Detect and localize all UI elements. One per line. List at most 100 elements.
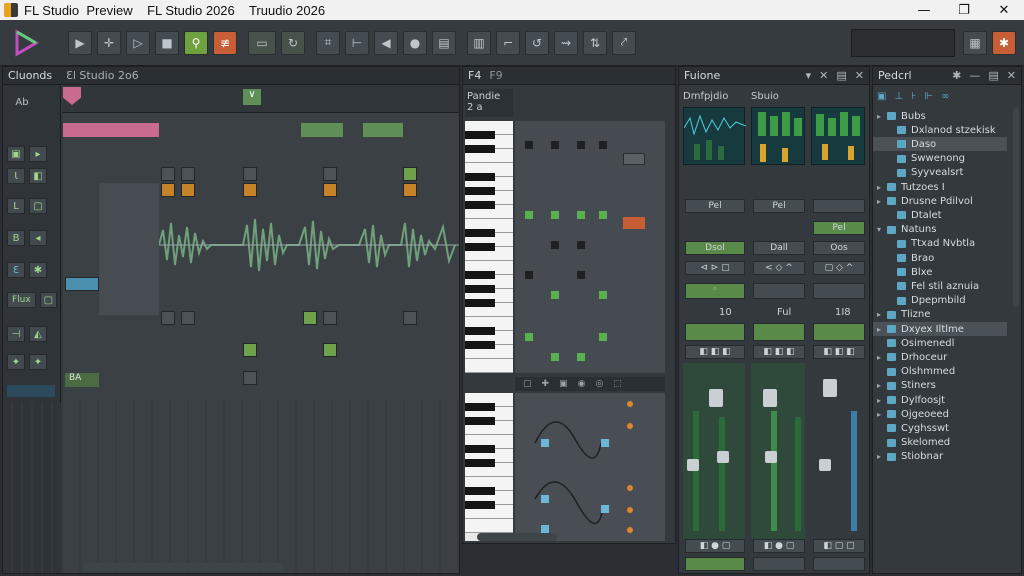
automation-point[interactable] [601,505,609,513]
insert-slot-2[interactable] [753,283,805,299]
note[interactable] [577,241,585,249]
fader-handle[interactable] [765,451,777,463]
browser-item[interactable]: ▸ Tutzoes I [873,180,1007,194]
automation-dot[interactable] [627,527,633,533]
bottom-channel-label[interactable]: BA [65,373,99,387]
fader-knob-1[interactable] [709,389,723,407]
step[interactable] [243,343,257,357]
mixer-close-icon[interactable]: ✕ [855,69,864,82]
search-icon[interactable]: ⚲ [184,30,208,55]
fl-logo-icon[interactable] [8,25,44,61]
automation-lane[interactable] [515,393,665,541]
close-button[interactable]: ✕ [984,3,1024,18]
send-button-3[interactable]: Oos [813,241,865,255]
automation-point[interactable] [601,439,609,447]
fader-knob-2[interactable] [763,389,777,407]
expand-arrow-icon[interactable]: ▸ [877,197,887,206]
link-icon[interactable]: ∞ [941,91,949,102]
tool-icon[interactable]: ✚ [542,379,550,389]
expand-arrow-icon[interactable]: ▸ [877,410,887,419]
note[interactable] [551,241,559,249]
send-button-1[interactable]: Dsol [685,241,745,255]
expand-arrow-icon[interactable]: ▾ [877,225,887,234]
browser-item[interactable]: Daso [873,137,1007,152]
channel-row-4[interactable]: B ◂ [7,229,57,247]
fx-slot-3[interactable] [813,323,865,341]
note[interactable] [551,353,559,361]
channel-selector[interactable] [7,385,55,397]
route-controls-1[interactable]: ⊲ ⊳ ▢ [685,261,745,275]
horizontal-scrollbar[interactable] [83,563,283,571]
tool-icon[interactable]: ◉ [578,379,586,389]
browser-item[interactable]: ▸ Drhoceur [873,350,1007,364]
automation-point[interactable] [541,439,549,447]
fx-slot-2[interactable] [753,323,805,341]
knobs-1[interactable]: ◧ ◧ ◧ [685,345,745,359]
browser-minimize-icon[interactable]: — [969,69,980,82]
route-button-3[interactable] [813,557,865,571]
expand-arrow-icon[interactable]: ▸ [877,112,887,121]
browser-item[interactable]: ▸ Tlizne [873,308,1007,322]
browser-lock-icon[interactable]: ▤ [988,69,998,82]
step[interactable] [161,167,175,181]
pattern-block-green[interactable] [301,123,343,137]
note[interactable] [525,141,533,149]
star-icon[interactable]: ⊩ [924,91,933,102]
step[interactable] [181,167,195,181]
note[interactable] [525,271,533,279]
fader-knob-3[interactable] [823,379,837,397]
loop-icon[interactable]: ▭ [248,30,276,55]
step[interactable] [323,311,337,325]
expand-arrow-icon[interactable]: ▸ [877,325,887,334]
timeline-ruler[interactable] [63,85,459,113]
knobs-3[interactable]: ◧ ◧ ◧ [813,345,865,359]
note-edit-handle-icon[interactable] [623,153,645,165]
browser-item[interactable]: ▸ Stiobnar [873,450,1007,464]
automation-point[interactable] [541,495,549,503]
insert-slot-3[interactable] [813,283,865,299]
note[interactable] [577,271,585,279]
browser-item[interactable]: ▾ Natuns [873,223,1007,237]
note[interactable] [577,211,585,219]
browser-item[interactable]: ▸ Stiners [873,379,1007,393]
note[interactable] [599,141,607,149]
browser-item[interactable]: Skelomed [873,436,1007,450]
step[interactable] [243,167,257,181]
tool-icon[interactable]: ▢ [523,379,532,389]
browser-item[interactable]: Dpepmbild [873,294,1007,308]
browser-item[interactable]: Dxlanod stzekisk [873,123,1007,137]
mute-solo-1[interactable]: ◧ ● ▢ [685,539,745,553]
snap-icon[interactable]: ⌗ [316,30,340,55]
fader-handle[interactable] [687,459,699,471]
slice-icon[interactable]: ⊢ [345,30,369,55]
route-controls-3[interactable]: ▢ ◇ ^ [813,261,865,275]
expand-arrow-icon[interactable]: ▸ [877,396,887,405]
browser-close-icon[interactable]: ✕ [1007,69,1016,82]
audio-waveform[interactable] [159,205,459,285]
note[interactable] [525,333,533,341]
folder-icon[interactable]: ▣ [877,91,886,102]
tool-icon[interactable]: ▣ [559,379,568,389]
piano-keyboard-lower[interactable] [465,393,513,541]
piano-roll-tab-b[interactable]: F9 [489,69,502,82]
fader-handle[interactable] [819,459,831,471]
piano-roll-scrollbar[interactable] [477,533,557,541]
browser-item[interactable]: ▸ Bubs [873,109,1007,123]
channel-row-5[interactable]: Ɛ ✱ [7,261,57,279]
tool-icon[interactable]: ◎ [595,379,603,389]
piano-roll-tab-a[interactable]: F4 [468,69,481,82]
expand-arrow-icon[interactable]: ▸ [877,353,887,362]
channel-row-8[interactable]: ✦ ✦ [7,353,57,371]
browser-item[interactable]: Osimenedl [873,336,1007,350]
note[interactable] [577,353,585,361]
up-icon[interactable]: ⊥ [894,91,903,102]
browser-item[interactable]: Brao [873,251,1007,265]
channel-row-6[interactable]: Flux ▢ [7,291,57,309]
step[interactable] [403,311,417,325]
note-edit-selected-icon[interactable] [623,217,645,229]
step[interactable] [403,183,417,197]
undo-icon[interactable]: ↺ [525,30,549,55]
clipboard-icon[interactable]: ▤ [432,30,456,55]
pattern-icon[interactable]: ⇅ [583,30,607,55]
pattern-marker-icon[interactable]: ∨ [243,89,261,105]
